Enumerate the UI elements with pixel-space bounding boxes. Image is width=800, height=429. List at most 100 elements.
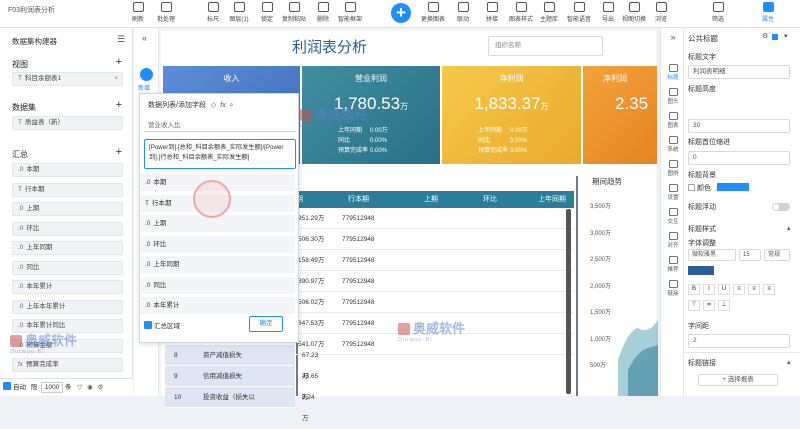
chevron-up-icon[interactable]: ▴: [787, 358, 791, 366]
bold-icon[interactable]: B: [688, 284, 700, 295]
font-family-select[interactable]: 微软雅黑: [688, 249, 736, 261]
summary-area-option[interactable]: 汇总区域: [144, 320, 180, 330]
eye-icon[interactable]: ◉: [87, 384, 93, 391]
view-item[interactable]: T 科目余额表1 ×: [12, 72, 123, 86]
font-weight-select[interactable]: 常规: [764, 249, 790, 261]
expand-icon[interactable]: »: [664, 32, 682, 42]
summary-area-checkbox[interactable]: [144, 321, 152, 329]
table-row[interactable]: 9 信用减值损失 43.65万: [165, 366, 318, 401]
summary-field-item[interactable]: .0 同比: [12, 260, 123, 275]
view-switch-button[interactable]: 视图切换: [621, 2, 647, 23]
color-swatch[interactable]: [772, 34, 778, 40]
align-bottom-icon[interactable]: ⊥: [718, 300, 730, 311]
change-chart-button[interactable]: 更换图表: [420, 2, 446, 23]
gear-icon[interactable]: ⚙: [762, 32, 768, 40]
font-size-select[interactable]: 15: [739, 249, 761, 261]
table-row[interactable]: 890.97万 779512948: [296, 271, 574, 292]
chevron-up-icon[interactable]: ▴: [787, 224, 791, 232]
align-right-icon[interactable]: ≡: [763, 284, 775, 295]
ruler-button[interactable]: 标尺: [200, 2, 226, 23]
delete-button[interactable]: 删除: [310, 2, 336, 23]
layers-button[interactable]: 图层(1): [226, 2, 252, 23]
add-field-icon[interactable]: [140, 68, 153, 81]
smart-frame-button[interactable]: 智能框架: [337, 2, 363, 23]
add-view-icon[interactable]: +: [116, 56, 122, 68]
add-dataset-icon[interactable]: +: [116, 99, 122, 111]
table-row[interactable]: 506.30万 779512948: [296, 229, 574, 250]
table-row[interactable]: 8 资产减值损失 67.23万: [165, 345, 318, 380]
select-report-button[interactable]: + 选择报表: [698, 374, 778, 386]
filter-button[interactable]: 筛选: [705, 2, 731, 23]
link-button[interactable]: 联动: [450, 2, 476, 23]
confirm-button[interactable]: 确定: [249, 316, 283, 332]
title-bg-color[interactable]: 颜色: [688, 183, 749, 193]
fx-icon[interactable]: fx: [220, 102, 225, 109]
collapse-icon[interactable]: «: [142, 33, 147, 43]
kpi-card-net-profit[interactable]: 净利润 1,833.37万 上年同期 0.00万 同比 0.00% 预算完成率 0.00%: [442, 66, 581, 164]
font-color-swatch[interactable]: [688, 266, 714, 275]
theme-library-button[interactable]: 主题库: [536, 2, 562, 23]
color-checkbox[interactable]: [688, 184, 695, 191]
org-name-input[interactable]: 组织名称: [488, 36, 603, 56]
summary-field-item[interactable]: .0 本年累计: [12, 280, 123, 294]
table-scrollbar[interactable]: [566, 209, 571, 394]
kpi-card-net-profit-2[interactable]: 净利润 2.35: [583, 66, 657, 164]
property-tab[interactable]: 对齐: [664, 232, 682, 249]
align-middle-icon[interactable]: ≑: [703, 300, 715, 311]
title-float-toggle[interactable]: [772, 203, 790, 211]
add-summary-icon[interactable]: +: [116, 146, 122, 158]
field-search-input[interactable]: 营业收入比: [144, 119, 296, 132]
property-tab[interactable]: 标题: [664, 64, 682, 81]
italic-icon[interactable]: I: [703, 284, 715, 295]
property-tab[interactable]: 系统: [664, 136, 682, 153]
formula-input[interactable]: [Power到].[总和_科目余额表_实际发生额]/[Power到].[行总和_…: [144, 139, 296, 169]
detail-table[interactable]: 期 行本期 上期 环比 上年同期 951.29万 779512948 506.30万…: [296, 191, 574, 396]
settings-icon[interactable]: ⚙: [98, 384, 104, 391]
browse-button[interactable]: 浏览: [648, 2, 674, 23]
popup-field-item[interactable]: .0 上期: [141, 215, 295, 233]
align-left-icon[interactable]: ≡: [733, 284, 745, 295]
summary-field-item[interactable]: .0 环比: [12, 221, 123, 236]
popup-field-item[interactable]: .0 本年累计: [141, 297, 295, 315]
property-tab[interactable]: 交互: [664, 208, 682, 225]
summary-field-item[interactable]: .0 上年同期: [12, 241, 123, 255]
refresh-button[interactable]: 刷新: [125, 2, 151, 23]
summary-field-item[interactable]: T 行本期: [12, 182, 123, 197]
table-row[interactable]: 951.29万 779512948: [296, 208, 574, 229]
chart-style-button[interactable]: 图表样式: [508, 2, 534, 23]
property-tab[interactable]: 链接: [664, 280, 682, 297]
summary-field-item[interactable]: fx 预算完成率: [12, 358, 123, 372]
properties-button[interactable]: 属性: [755, 2, 781, 23]
property-tab[interactable]: 图例: [664, 160, 682, 177]
popup-field-item[interactable]: .0 环比: [141, 235, 295, 254]
color-swatch[interactable]: [716, 183, 749, 191]
batch-process-button[interactable]: 批处理: [153, 2, 179, 23]
property-tab[interactable]: 图头: [664, 88, 682, 105]
property-tab[interactable]: 设置: [664, 184, 682, 201]
title-text-input[interactable]: 利润表明细: [688, 65, 790, 79]
summary-field-item[interactable]: .0 上年本年累计: [12, 299, 123, 314]
title-height-input[interactable]: 30: [688, 119, 790, 133]
table-row[interactable]: 506.02万 779512948: [296, 292, 574, 313]
summary-field-item[interactable]: .0 上期: [12, 202, 123, 216]
copy-paste-button[interactable]: 复制粘贴: [281, 2, 307, 23]
table-row[interactable]: 158.49万 779512948: [296, 250, 574, 271]
lock-button[interactable]: 锁定: [254, 2, 280, 23]
row-limit-input[interactable]: 1000: [41, 382, 64, 393]
letter-spacing-input[interactable]: 2: [688, 334, 790, 348]
smart-voice-button[interactable]: 智能语音: [566, 2, 592, 23]
property-tab[interactable]: 图表: [664, 112, 682, 129]
popup-field-item[interactable]: .0 上年同期: [141, 256, 295, 274]
summary-field-item[interactable]: .0 本期: [12, 163, 123, 177]
align-center-icon[interactable]: ≡: [748, 284, 760, 295]
close-icon[interactable]: ×: [114, 73, 118, 85]
popup-field-item[interactable]: .0 同比: [141, 276, 295, 295]
dataset-item[interactable]: T 质益表（新）: [12, 116, 123, 130]
table-row[interactable]: 10 投资收益（损失以 8.24万: [165, 387, 315, 422]
export-button[interactable]: 导出: [595, 2, 621, 23]
add-component-button[interactable]: +: [391, 3, 411, 23]
auto-checkbox[interactable]: [3, 382, 11, 390]
filter-icon[interactable]: ▽: [77, 384, 82, 391]
search-icon[interactable]: ⌕: [230, 102, 234, 109]
collapse-menu-icon[interactable]: ☰: [117, 34, 125, 45]
